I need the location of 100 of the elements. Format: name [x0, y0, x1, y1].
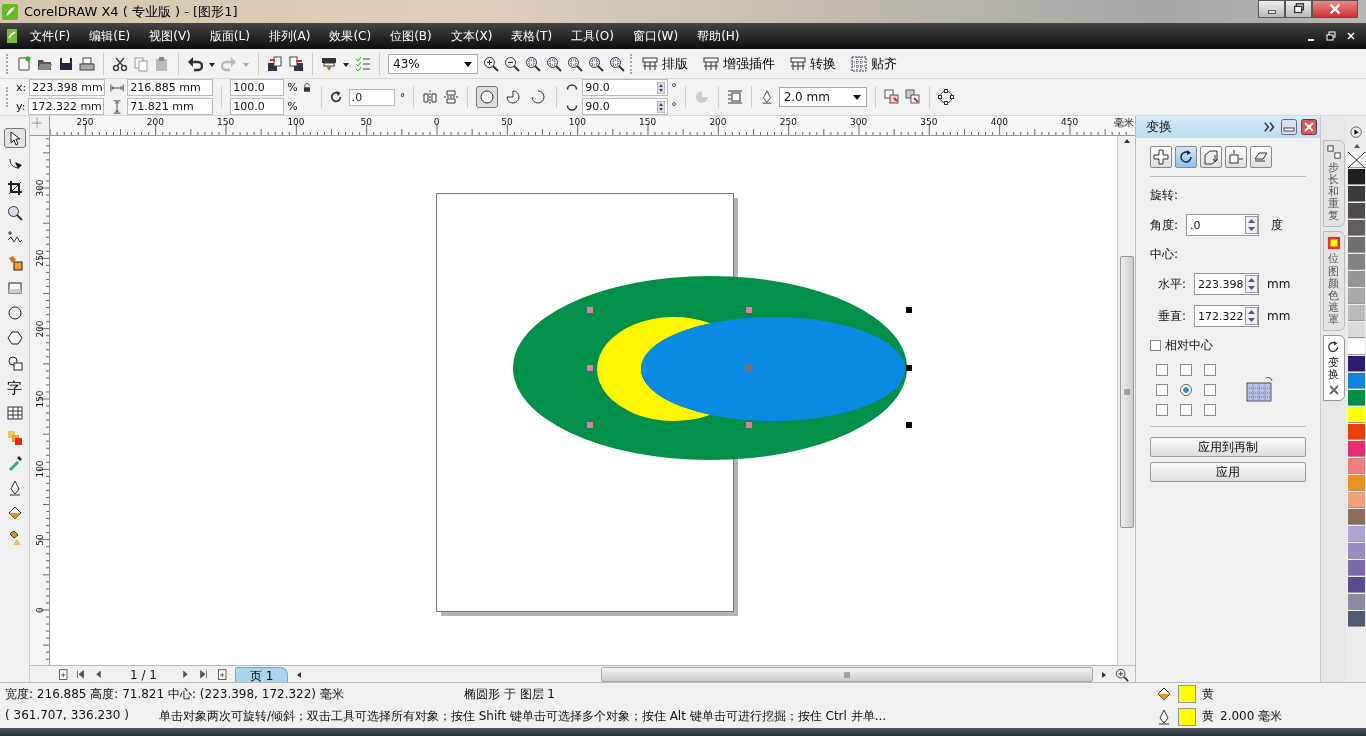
scale-y-field[interactable]: 100.0	[230, 98, 285, 115]
color-swatch[interactable]	[1348, 237, 1365, 253]
color-swatch[interactable]	[1348, 475, 1365, 491]
color-swatch[interactable]	[1348, 611, 1365, 627]
menu-item[interactable]: 效果(C)	[319, 27, 381, 45]
selection-handles[interactable]	[587, 307, 912, 428]
zoom-page-icon[interactable]	[567, 55, 583, 72]
color-swatch[interactable]	[1348, 186, 1365, 202]
export-icon[interactable]	[288, 55, 304, 72]
spin-arrows-icon[interactable]	[1245, 216, 1259, 234]
new-document-icon[interactable]	[16, 55, 32, 72]
toolbar-icon[interactable]	[790, 55, 806, 72]
color-swatch[interactable]	[1348, 339, 1365, 355]
width-field[interactable]: 216.885 mm	[127, 79, 214, 96]
menu-item[interactable]: 视图(V)	[139, 27, 200, 45]
zoom-width-icon[interactable]	[588, 55, 604, 72]
toolbar-menu-button[interactable]: 增强插件	[701, 54, 783, 73]
color-swatch[interactable]	[1348, 543, 1365, 559]
no-color-swatch[interactable]	[1348, 152, 1365, 168]
color-swatch[interactable]	[1348, 203, 1365, 219]
scissors-icon[interactable]	[112, 55, 128, 72]
anchor-checkbox[interactable]	[1204, 364, 1216, 376]
to-front-icon[interactable]	[883, 89, 900, 105]
undo-icon[interactable]	[187, 55, 203, 72]
docker-tab[interactable]: 步长和重复	[1322, 140, 1345, 228]
color-swatch[interactable]	[1348, 594, 1365, 610]
paste-icon[interactable]	[154, 55, 170, 72]
color-swatch[interactable]	[1348, 407, 1365, 423]
to-back-icon[interactable]	[904, 89, 921, 105]
flyout-icon[interactable]	[1349, 126, 1364, 140]
menu-item[interactable]: 表格(T)	[501, 27, 562, 45]
add-page-icon[interactable]	[216, 667, 229, 682]
color-swatch[interactable]	[1348, 373, 1365, 389]
vertical-field[interactable]: 172.322	[1194, 305, 1260, 327]
restore-icon[interactable]	[1291, 2, 1306, 16]
toolbar-icon[interactable]	[703, 55, 719, 72]
x-position-field[interactable]: 223.398 mm	[29, 79, 106, 96]
color-swatch[interactable]	[1348, 577, 1365, 593]
color-swatch[interactable]	[1348, 254, 1365, 270]
toolbar-menu-button[interactable]: 排版	[640, 54, 696, 73]
navigator-icon[interactable]	[1115, 667, 1129, 682]
color-swatch[interactable]	[1348, 288, 1365, 304]
spin-arrows-icon[interactable]	[657, 81, 666, 94]
spin-arrows-icon[interactable]	[657, 100, 666, 113]
color-swatch[interactable]	[1348, 305, 1365, 321]
color-swatch[interactable]	[1348, 526, 1365, 542]
anchor-checkbox[interactable]	[1204, 384, 1216, 396]
zoom-selected-icon[interactable]	[525, 55, 541, 72]
convert-to-curves-icon[interactable]	[937, 89, 954, 105]
restore-icon[interactable]	[1326, 31, 1336, 41]
zoom-dropdown[interactable]: 43%	[388, 53, 478, 74]
menu-item[interactable]: 文本(X)	[440, 27, 502, 45]
color-swatch[interactable]	[1348, 169, 1365, 185]
printer-icon[interactable]	[79, 55, 95, 72]
docker-tab[interactable]: 变换	[1322, 335, 1345, 402]
document-icon[interactable]	[4, 28, 20, 44]
restore-button[interactable]	[1285, 0, 1312, 18]
anchor-checkbox[interactable]	[1156, 404, 1168, 416]
grid-icon[interactable]	[851, 55, 867, 72]
step-repeat-icon[interactable]	[1326, 145, 1341, 159]
anchor-checkbox[interactable]	[1180, 404, 1192, 416]
dropdown-arrow-icon[interactable]	[851, 93, 862, 101]
color-swatch[interactable]	[1348, 220, 1365, 236]
outline-width-dropdown[interactable]: 2.0 mm	[778, 87, 867, 107]
menu-item[interactable]: 工具(O)	[561, 27, 623, 45]
rotate-icon[interactable]	[1326, 340, 1341, 355]
zoom-in-icon[interactable]	[483, 55, 499, 72]
zoom-all-icon[interactable]	[546, 55, 562, 72]
y-position-field[interactable]: 172.322 mm	[28, 98, 105, 115]
checklist-icon[interactable]	[355, 55, 371, 72]
ellipse-shape[interactable]	[641, 317, 905, 421]
menu-item[interactable]: 编辑(E)	[79, 27, 140, 45]
menu-item[interactable]: 版面(L)	[199, 27, 259, 45]
angle-field[interactable]: .0	[1186, 214, 1260, 236]
menu-item[interactable]: 窗口(W)	[622, 27, 688, 45]
spin-arrows-icon[interactable]	[1245, 275, 1259, 293]
end-angle-field[interactable]: 90.0	[582, 98, 669, 115]
vertical-scrollbar-thumb[interactable]	[1119, 256, 1134, 528]
color-swatch[interactable]	[1348, 322, 1365, 338]
horizontal-field[interactable]: 223.398	[1194, 273, 1260, 295]
color-swatch[interactable]	[1348, 390, 1365, 406]
spin-arrows-icon[interactable]	[1245, 307, 1259, 325]
zoom-out-icon[interactable]	[504, 55, 520, 72]
docker-tab[interactable]: 位图颜色遮罩	[1322, 231, 1345, 332]
rotation-field[interactable]: .0	[348, 88, 395, 106]
color-swatch[interactable]	[1348, 271, 1365, 287]
anchor-checkbox[interactable]	[1180, 364, 1192, 376]
relative-center-checkbox[interactable]	[1150, 340, 1161, 351]
anchor-checkbox[interactable]	[1156, 384, 1168, 396]
color-swatch[interactable]	[1348, 492, 1365, 508]
minimize-button[interactable]	[1258, 0, 1285, 18]
apply-button[interactable]: 应用	[1150, 462, 1306, 482]
close-button[interactable]	[1312, 0, 1358, 18]
bitmap-mask-icon[interactable]	[1326, 236, 1341, 251]
menu-item[interactable]: 文件(F)	[20, 27, 80, 45]
add-page-icon[interactable]	[58, 667, 70, 682]
scale-x-field[interactable]: 100.0	[230, 79, 285, 96]
grip-icon[interactable]	[1122, 389, 1131, 395]
save-icon[interactable]	[58, 55, 74, 72]
apply-button[interactable]: 应用到再制	[1150, 437, 1306, 457]
